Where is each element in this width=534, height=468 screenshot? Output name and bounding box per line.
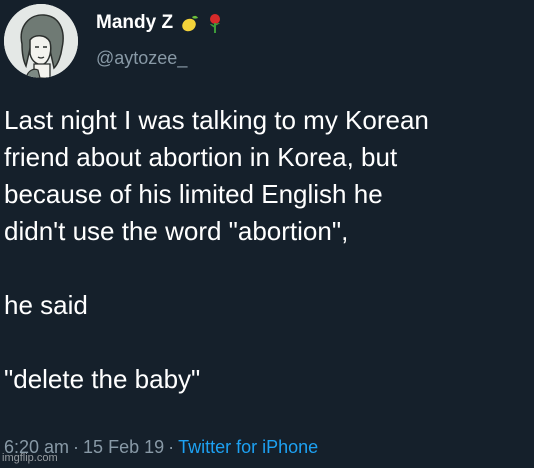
- author-name-row[interactable]: Mandy Z: [96, 11, 225, 35]
- tweet-card: Mandy Z @aytozee_ Last night I was talki…: [0, 0, 534, 468]
- tweet-text-line: he said: [4, 290, 88, 320]
- tweet-text-line: because of his limited English he: [4, 179, 383, 209]
- meta-separator: ·: [168, 437, 175, 457]
- tweet-date[interactable]: 15 Feb 19: [83, 437, 164, 457]
- tweet-text-line: didn't use the word "abortion",: [4, 216, 349, 246]
- tweet-source-link[interactable]: Twitter for iPhone: [178, 437, 318, 457]
- avatar-illustration: [4, 4, 78, 78]
- avatar[interactable]: [4, 4, 78, 78]
- rose-icon: [205, 12, 225, 34]
- author-handle[interactable]: @aytozee_: [96, 48, 187, 69]
- tweet-text-line: "delete the baby": [4, 364, 201, 394]
- meta-separator: ·: [73, 437, 80, 457]
- tweet-text: Last night I was talking to my Korean fr…: [4, 102, 532, 398]
- lemon-icon: [179, 12, 199, 34]
- watermark: imgflip.com: [2, 452, 58, 464]
- tweet-text-line: friend about abortion in Korea, but: [4, 142, 398, 172]
- author-display-name[interactable]: Mandy Z: [96, 12, 173, 34]
- tweet-text-line: Last night I was talking to my Korean: [4, 105, 429, 135]
